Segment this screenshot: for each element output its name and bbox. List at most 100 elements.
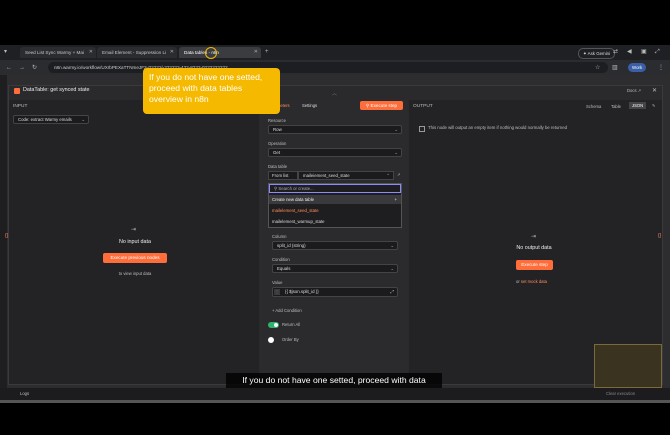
chevron-down-icon: ⌄ xyxy=(394,127,398,132)
table-search-input[interactable]: ⚲ Search or create... xyxy=(269,184,401,193)
view-schema-tab[interactable]: Schema xyxy=(586,104,601,109)
create-new-table-item[interactable]: Create new data table + xyxy=(269,195,401,204)
or-label: or xyxy=(516,279,520,284)
datatable-node-icon xyxy=(14,88,20,94)
close-icon[interactable]: ✕ xyxy=(254,47,258,58)
node-title: DataTable: get synced state xyxy=(23,87,90,93)
sidepanel-icon[interactable]: ▥ xyxy=(612,64,618,72)
column-select[interactable]: split_id (string) ⌄ xyxy=(272,241,398,250)
resource-label: Resource xyxy=(268,118,286,123)
value-expression-field[interactable]: {{ $json.split_id }} ⤢ xyxy=(272,287,398,297)
order-by-label: Order By xyxy=(282,337,299,342)
back-icon[interactable]: ← xyxy=(6,64,12,72)
browser-tab-3-active[interactable]: Data tables - n8n ✕ xyxy=(179,47,261,58)
output-title: OUTPUT xyxy=(413,104,433,109)
logs-tab[interactable]: Logs xyxy=(20,391,29,396)
forward-icon[interactable]: → xyxy=(19,64,25,72)
open-external-icon[interactable]: ↗ xyxy=(397,172,401,177)
code-icon[interactable]: {} xyxy=(5,233,8,239)
resource-select[interactable]: Row ⌄ xyxy=(268,125,402,134)
column-value: split_id (string) xyxy=(277,243,306,248)
output-empty-title: No output data xyxy=(516,245,552,251)
close-modal-icon[interactable]: ✕ xyxy=(652,87,657,94)
video-subtitle: If you do not have one setted, proceed w… xyxy=(226,373,442,388)
close-icon[interactable]: ✕ xyxy=(170,47,174,58)
table-mode-select[interactable]: From list xyxy=(268,171,298,180)
dropdown-option[interactable]: mailelement_warmup_state xyxy=(272,219,325,224)
new-tab-icon[interactable]: + xyxy=(265,48,269,56)
picture-icon[interactable]: ▣ xyxy=(641,48,647,56)
set-mock-data-link[interactable]: set mock data xyxy=(521,279,547,284)
code-icon[interactable]: {} xyxy=(658,233,661,239)
browser-menu-icon[interactable]: ▾ xyxy=(4,48,7,56)
execute-previous-button[interactable]: Execute previous nodes xyxy=(103,253,167,263)
profile-label: Work xyxy=(632,65,643,70)
logs-bar xyxy=(0,388,670,400)
output-pane xyxy=(409,100,662,384)
condition-select[interactable]: Equals ⌄ xyxy=(272,264,398,273)
input-source-select[interactable]: Code: extract Warmy emails ⌄ xyxy=(13,115,89,124)
edit-icon[interactable]: ✎ xyxy=(652,103,656,108)
chevron-down-icon: ⌄ xyxy=(390,266,394,271)
table-select[interactable]: maileiement_seed_state ⌃ xyxy=(298,171,394,180)
docs-label: Docs xyxy=(627,88,637,93)
cursor-highlight-ring xyxy=(205,47,217,59)
input-empty-title: No input data xyxy=(118,239,152,245)
expand-icon[interactable]: ⤢ xyxy=(390,288,394,296)
bookmark-star-icon[interactable]: ☆ xyxy=(595,64,600,72)
ask-gemini-button[interactable]: ✦ Ask Gemini xyxy=(578,48,616,59)
execute-step-button[interactable]: ⚲ Execute step xyxy=(360,101,403,110)
collapse-chevron-icon[interactable]: ︿ xyxy=(332,90,337,97)
output-note: This node will output an empty item if n… xyxy=(428,125,568,130)
drag-handle-icon[interactable]: ⋮ xyxy=(274,289,280,295)
browser-tab-1[interactable]: Seed List Sync Warmy + Mai ✕ xyxy=(20,47,96,58)
condition-label: Condition xyxy=(272,257,290,262)
add-condition-button[interactable]: + Add Condition xyxy=(272,308,302,313)
horizontal-scrollbar[interactable] xyxy=(0,400,670,403)
output-execute-step-button[interactable]: Execute step xyxy=(516,260,553,270)
search-placeholder: Search or create... xyxy=(278,186,314,191)
table-value: maileiement_seed_state xyxy=(303,173,350,178)
reload-icon[interactable]: ↻ xyxy=(32,64,37,72)
table-mode-value: From list xyxy=(272,173,289,178)
address-bar[interactable]: n8n.warmy.io/workflow/UXrbPEXaTTNmeJFzy?… xyxy=(48,62,608,73)
create-new-label: Create new data table xyxy=(272,197,315,202)
sound-icon[interactable]: ◀ xyxy=(627,48,632,56)
chevron-down-icon: ⌄ xyxy=(81,117,85,122)
extensions-icon[interactable]: ⇄ xyxy=(613,48,618,56)
operation-value: Get xyxy=(273,150,281,155)
data-table-label: Data table xyxy=(268,164,288,169)
chevron-down-icon: ⌄ xyxy=(390,243,394,248)
view-table-tab[interactable]: Table xyxy=(611,104,621,109)
value-label: Value xyxy=(272,280,283,285)
operation-label: Operation xyxy=(268,141,287,146)
resource-value: Row xyxy=(273,127,282,132)
docs-link[interactable]: Docs ↗ xyxy=(627,88,641,93)
empty-item-checkbox[interactable] xyxy=(419,126,425,132)
clear-execution-button[interactable]: Clear execution xyxy=(606,391,635,396)
tab-settings[interactable]: Settings xyxy=(302,103,317,108)
tab-2-label: Email Element - Suppression Li xyxy=(102,50,167,55)
order-by-toggle[interactable] xyxy=(268,337,274,343)
video-minimap-thumbnail xyxy=(594,344,662,388)
mock-data-line: or set mock data xyxy=(516,279,547,284)
operation-select[interactable]: Get ⌄ xyxy=(268,148,402,157)
input-hint: to view input data xyxy=(118,271,152,276)
view-json-tab[interactable]: JSON xyxy=(629,102,647,109)
profile-button[interactable]: Work xyxy=(628,63,647,72)
window-icon[interactable]: ⤢ xyxy=(655,48,660,56)
ask-gemini-label: Ask Gemini xyxy=(587,51,611,56)
condition-value: Equals xyxy=(277,266,291,271)
execute-step-label: Execute step xyxy=(370,103,398,108)
chevron-down-icon: ⌄ xyxy=(394,150,398,155)
tutorial-tooltip: If you do not have one setted, proceed w… xyxy=(143,68,280,114)
kebab-menu-icon[interactable]: ⋮ xyxy=(658,64,664,72)
column-label: Column xyxy=(272,234,287,239)
return-all-toggle[interactable] xyxy=(268,322,279,328)
plus-icon: + xyxy=(394,197,397,202)
add-condition-label: Add Condition xyxy=(275,308,302,313)
close-icon[interactable]: ✕ xyxy=(89,47,93,58)
browser-tab-2[interactable]: Email Element - Suppression Li ✕ xyxy=(97,47,177,58)
value-expression: {{ $json.split_id }} xyxy=(285,289,319,294)
dropdown-option[interactable]: mailelement_seed_state xyxy=(272,208,319,213)
